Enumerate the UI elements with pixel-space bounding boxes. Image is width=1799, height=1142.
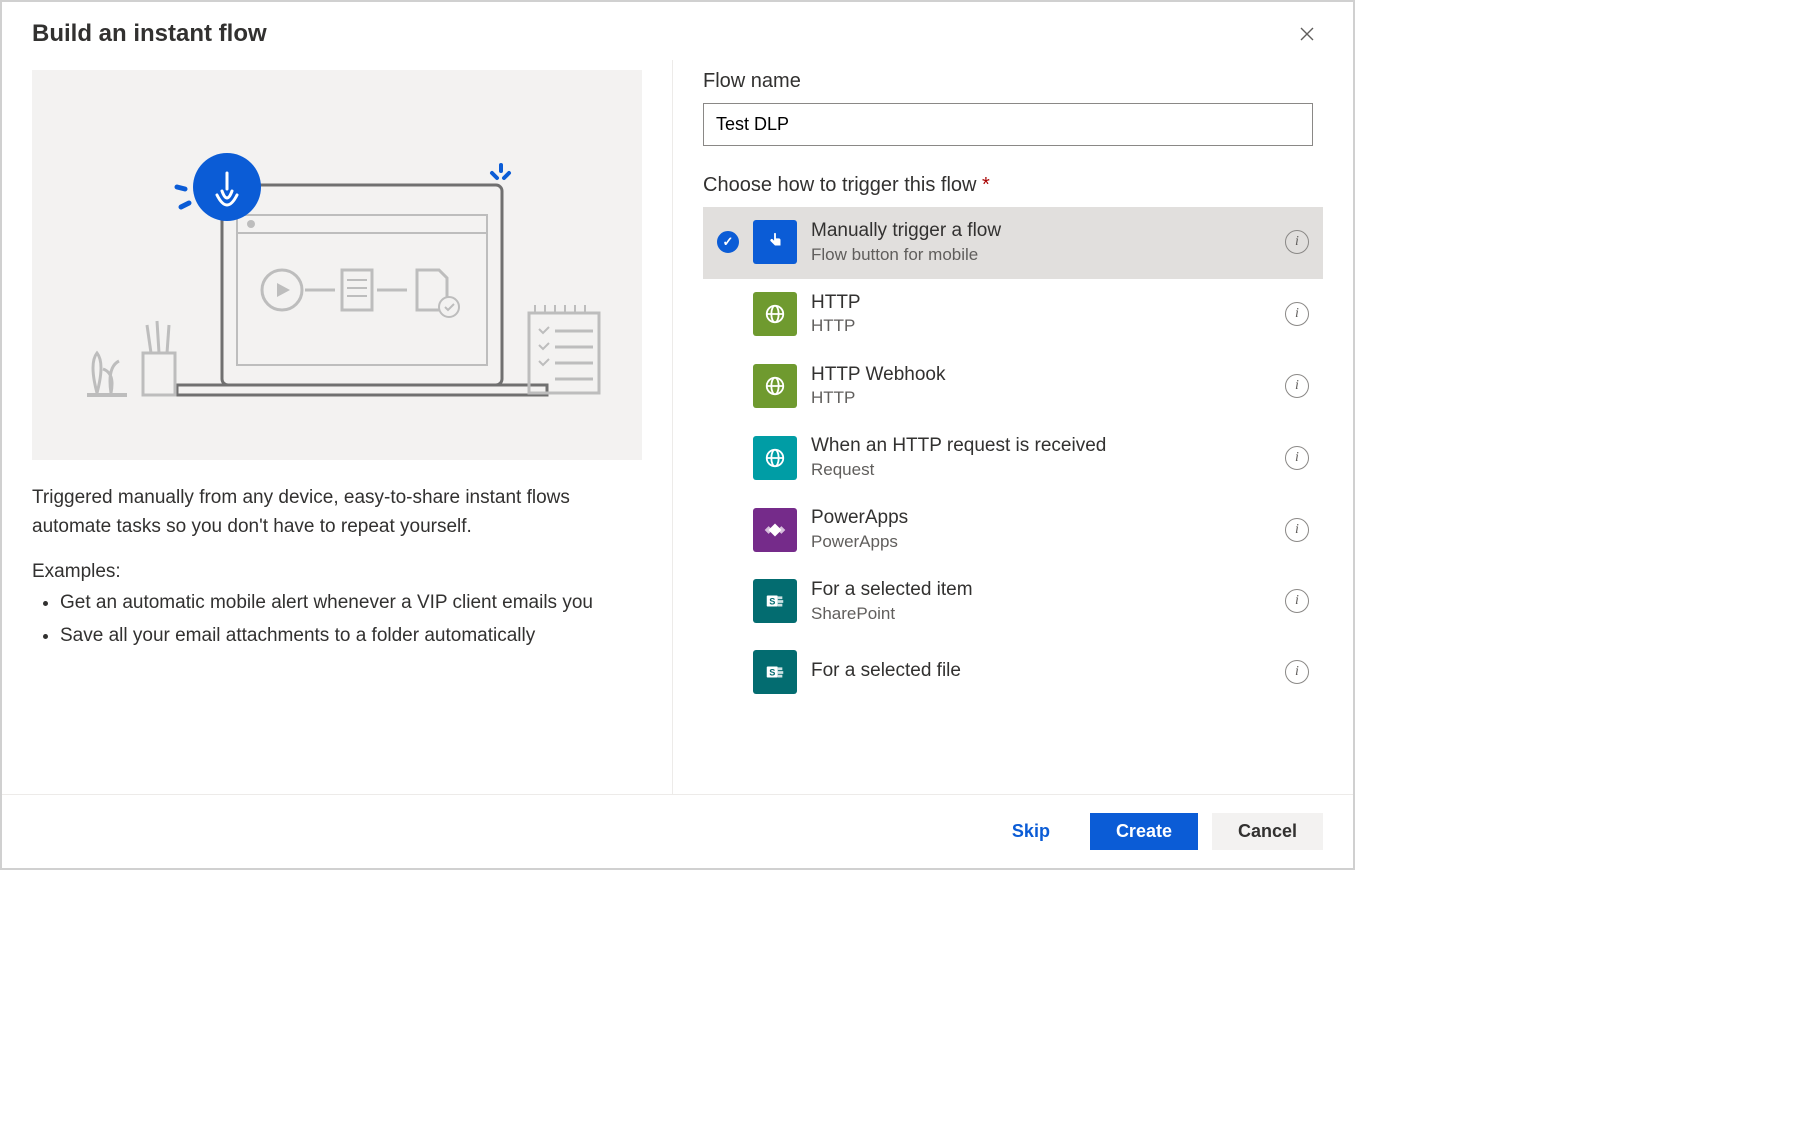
trigger-subtitle: Flow button for mobile (811, 244, 1271, 266)
trigger-subtitle: SharePoint (811, 603, 1271, 625)
examples-label: Examples: (32, 561, 642, 583)
trigger-title: For a selected item (811, 578, 1271, 603)
trigger-subtitle: PowerApps (811, 531, 1271, 553)
info-icon[interactable]: i (1285, 302, 1309, 326)
svg-text:S: S (769, 597, 775, 607)
example-item: Get an automatic mobile alert whenever a… (60, 589, 642, 618)
trigger-subtitle: HTTP (811, 315, 1271, 337)
close-icon (1299, 26, 1315, 42)
tap-icon (753, 220, 797, 264)
diamond-icon (753, 508, 797, 552)
required-asterisk: * (982, 174, 990, 196)
trigger-title: When an HTTP request is received (811, 434, 1271, 459)
trigger-item[interactable]: S For a selected itemSharePoint i (703, 566, 1323, 638)
examples-list: Get an automatic mobile alert whenever a… (32, 589, 642, 650)
trigger-item[interactable]: HTTPHTTP i (703, 279, 1323, 351)
trigger-title: HTTP (811, 291, 1271, 316)
dialog-footer: Skip Create Cancel (2, 794, 1353, 868)
globe-icon (753, 436, 797, 480)
trigger-title: PowerApps (811, 506, 1271, 531)
trigger-item[interactable]: PowerAppsPowerApps i (703, 494, 1323, 566)
trigger-item[interactable]: ✓ Manually trigger a flowFlow button for … (703, 207, 1323, 279)
sp-icon: S (753, 650, 797, 694)
info-icon[interactable]: i (1285, 374, 1309, 398)
cancel-button[interactable]: Cancel (1212, 813, 1323, 850)
info-icon[interactable]: i (1285, 518, 1309, 542)
trigger-item[interactable]: HTTP WebhookHTTP i (703, 351, 1323, 423)
trigger-title: For a selected file (811, 659, 1271, 684)
illustration (32, 70, 642, 460)
example-item: Save all your email attachments to a fol… (60, 622, 642, 651)
create-button[interactable]: Create (1090, 813, 1198, 850)
trigger-subtitle: Request (811, 459, 1271, 481)
trigger-item[interactable]: When an HTTP request is receivedRequest i (703, 422, 1323, 494)
trigger-list: ✓ Manually trigger a flowFlow button for … (703, 207, 1353, 707)
svg-text:S: S (769, 667, 775, 677)
trigger-item[interactable]: S For a selected file i (703, 638, 1323, 707)
globe-icon (753, 364, 797, 408)
flow-name-label: Flow name (703, 70, 1353, 93)
dialog-title: Build an instant flow (32, 20, 267, 48)
globe-icon (753, 292, 797, 336)
info-icon[interactable]: i (1285, 660, 1309, 684)
radio-selected-icon: ✓ (717, 231, 739, 253)
flow-name-input[interactable] (703, 103, 1313, 146)
description-text: Triggered manually from any device, easy… (32, 484, 642, 541)
info-icon[interactable]: i (1285, 589, 1309, 613)
trigger-title: Manually trigger a flow (811, 219, 1271, 244)
sp-icon: S (753, 579, 797, 623)
skip-button[interactable]: Skip (986, 813, 1076, 850)
close-button[interactable] (1291, 18, 1323, 50)
trigger-title: HTTP Webhook (811, 363, 1271, 388)
trigger-section-label: Choose how to trigger this flow (703, 174, 976, 196)
info-icon[interactable]: i (1285, 230, 1309, 254)
trigger-subtitle: HTTP (811, 387, 1271, 409)
info-icon[interactable]: i (1285, 446, 1309, 470)
